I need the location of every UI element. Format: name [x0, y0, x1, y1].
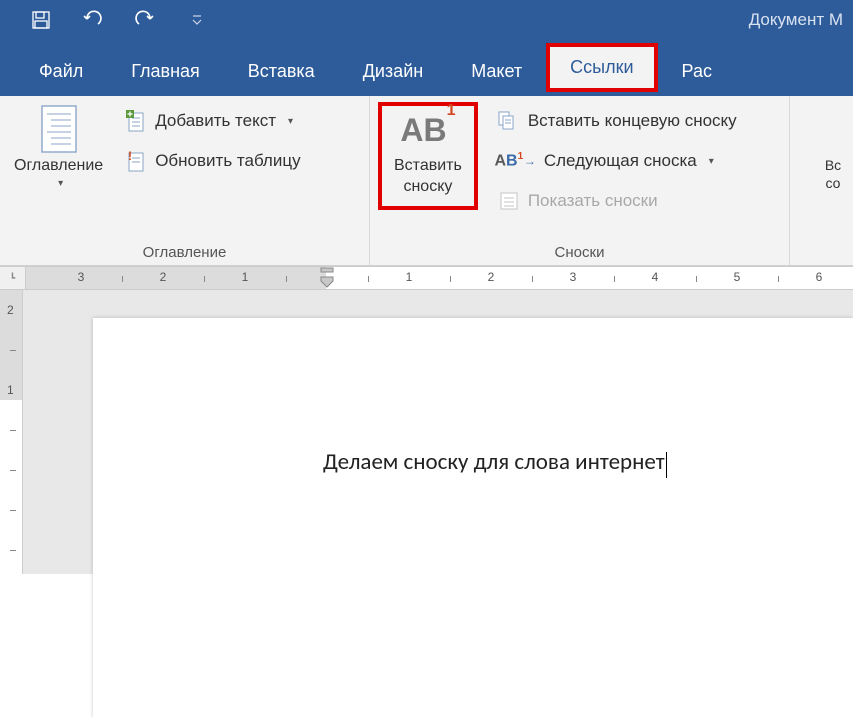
- save-button[interactable]: [30, 9, 52, 31]
- document-page[interactable]: Делаем сноску для слова интернет: [93, 318, 853, 718]
- research-button[interactable]: Вс со: [802, 102, 853, 198]
- ribbon-group-research: Вс со: [790, 96, 853, 265]
- tab-mailings[interactable]: Рас: [658, 47, 736, 96]
- next-footnote-label: Следующая сноска: [544, 151, 697, 171]
- ribbon-group-label: Сноски: [374, 240, 785, 263]
- research-label-1: Вс: [825, 156, 841, 174]
- dropdown-arrow-icon: ▾: [709, 156, 714, 167]
- add-text-label: Добавить текст: [155, 111, 276, 131]
- insert-footnote-label-1: Вставить: [394, 156, 462, 177]
- update-table-icon: !: [125, 150, 147, 172]
- ribbon-group-label: Оглавление: [4, 240, 365, 263]
- undo-button[interactable]: [82, 9, 104, 31]
- ribbon-tabstrip: Файл Главная Вставка Дизайн Макет Ссылки…: [0, 40, 853, 96]
- tab-references[interactable]: Ссылки: [546, 43, 657, 92]
- insert-endnote-button[interactable]: Вставить концевую сноску: [492, 106, 743, 136]
- footnote-ab-icon: AB1: [400, 114, 455, 146]
- ribbon-group-toc: Оглавление ▾ Добавить текст ▾ ! Обновить…: [0, 96, 370, 265]
- ruler-corner: ┗: [0, 267, 26, 289]
- dropdown-arrow-icon: ▾: [288, 116, 293, 127]
- redo-button[interactable]: [134, 9, 156, 31]
- toc-icon: [38, 108, 80, 150]
- next-footnote-button[interactable]: AB1 → Следующая сноска ▾: [492, 146, 743, 176]
- tab-file[interactable]: Файл: [15, 47, 107, 96]
- add-text-button[interactable]: Добавить текст ▾: [119, 106, 306, 136]
- ruler-horizontal-track: 3 2 1 1 2 3 4 5 6: [26, 267, 853, 289]
- quick-access-toolbar: [10, 9, 208, 31]
- page-viewport[interactable]: Делаем сноску для слова интернет: [23, 290, 853, 574]
- window-title: Документ M: [749, 10, 843, 30]
- next-footnote-icon: AB1: [498, 150, 520, 172]
- show-notes-icon: [498, 190, 520, 212]
- text-cursor: [666, 452, 667, 478]
- indent-marker-icon[interactable]: [320, 267, 334, 291]
- show-notes-button[interactable]: Показать сноски: [492, 186, 743, 216]
- tab-insert[interactable]: Вставка: [224, 47, 339, 96]
- svg-text:!: !: [128, 150, 132, 163]
- update-table-button[interactable]: ! Обновить таблицу: [119, 146, 306, 176]
- insert-footnote-button[interactable]: AB1 Вставить сноску: [384, 108, 472, 204]
- tab-design[interactable]: Дизайн: [339, 47, 448, 96]
- insert-footnote-highlight: AB1 Вставить сноску: [378, 102, 478, 210]
- ruler-horizontal[interactable]: ┗ 3 2 1 1 2 3 4 5 6: [0, 266, 853, 290]
- qat-customize-icon[interactable]: [186, 9, 208, 31]
- research-label-2: со: [826, 174, 841, 192]
- toc-button[interactable]: Оглавление ▾: [4, 102, 113, 196]
- insert-footnote-label-2: сноску: [394, 177, 462, 198]
- ribbon: Оглавление ▾ Добавить текст ▾ ! Обновить…: [0, 96, 853, 266]
- add-text-icon: [125, 110, 147, 132]
- ruler-vertical[interactable]: 2 1: [0, 290, 23, 574]
- endnote-icon: [498, 110, 520, 132]
- tab-home[interactable]: Главная: [107, 47, 224, 96]
- ribbon-group-footnotes: AB1 Вставить сноску Вставить концевую сн…: [370, 96, 790, 265]
- tab-layout[interactable]: Макет: [447, 47, 546, 96]
- toc-label: Оглавление: [14, 156, 103, 177]
- insert-endnote-label: Вставить концевую сноску: [528, 111, 737, 131]
- dropdown-arrow-icon: ▾: [58, 177, 63, 190]
- document-area: 2 1 Делаем сноску для слова интернет: [0, 290, 853, 574]
- show-notes-label: Показать сноски: [528, 191, 658, 211]
- research-icon: [812, 108, 853, 150]
- update-table-label: Обновить таблицу: [155, 151, 300, 171]
- document-text[interactable]: Делаем сноску для слова интернет: [323, 448, 665, 476]
- arrow-right-icon: →: [524, 154, 536, 168]
- title-bar: Документ M: [0, 0, 853, 40]
